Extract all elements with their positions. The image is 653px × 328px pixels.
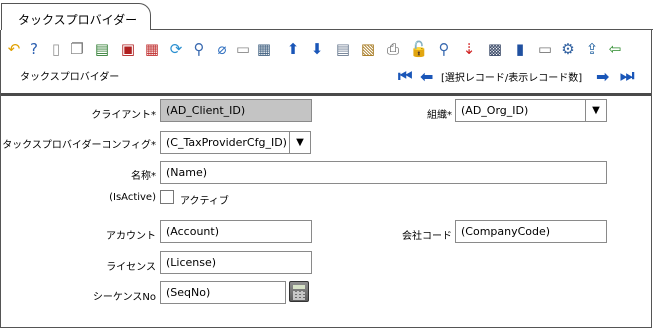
save-new-icon[interactable]: ▦ — [142, 39, 162, 59]
chat-icon[interactable]: ▭ — [233, 39, 253, 59]
undo-icon[interactable]: ↶ — [4, 39, 24, 59]
license-label: ライセンス — [106, 262, 156, 273]
provider-config-label: タックスプロバイダーコンフィグ* — [2, 140, 156, 151]
grid-toggle-icon[interactable]: ▦ — [254, 39, 274, 59]
tab-label: タックスプロバイダー — [18, 13, 138, 27]
print-icon[interactable]: ⎙ — [383, 39, 403, 59]
name-label: 名称* — [131, 171, 156, 182]
save-icon[interactable]: ▣ — [118, 39, 138, 59]
org-field[interactable]: (AD_Org_ID) — [455, 99, 586, 122]
company-code-field[interactable]: (CompanyCode) — [455, 220, 607, 243]
window-label: タックスプロバイダー — [20, 72, 120, 83]
tab-tax-provider[interactable]: タックスプロバイダー — [1, 3, 151, 30]
last-record-icon[interactable]: ⏭ — [620, 66, 634, 85]
name-field[interactable]: (Name) — [160, 161, 607, 184]
history-icon[interactable]: ▤ — [333, 39, 353, 59]
export-icon[interactable]: ⇪ — [582, 39, 602, 59]
is-active-checkbox-label: アクティブ — [180, 196, 229, 207]
provider-config-dropdown-icon[interactable]: ▼ — [289, 131, 311, 154]
client-field: (AD_Client_ID) — [160, 99, 312, 122]
zoom-across-icon[interactable]: ⚲ — [434, 39, 454, 59]
provider-config-field[interactable]: (C_TaxProviderCfg_ID) — [160, 131, 290, 154]
account-label: アカウント — [106, 231, 156, 242]
org-label: 組織* — [427, 110, 452, 121]
new-record-icon[interactable]: ▯ — [46, 39, 66, 59]
header-separator — [1, 93, 651, 96]
lock-icon[interactable]: 🔓 — [409, 39, 429, 59]
attachment-icon[interactable]: ⌀ — [212, 39, 232, 59]
next-record-icon[interactable]: ➡ — [596, 67, 609, 86]
previous-record-icon[interactable]: ⬅ — [420, 67, 433, 86]
workflow-icon[interactable]: ⇣ — [459, 39, 479, 59]
exit-icon[interactable]: ⇦ — [605, 39, 625, 59]
record-status: [選択レコード/表示レコード数] — [441, 73, 583, 84]
detail-record-icon[interactable]: ⬇ — [307, 39, 327, 59]
calculator-screen — [293, 285, 305, 289]
record-navigation: ⏮ ⬅ [選択レコード/表示レコード数] ➡ ⏭ — [398, 66, 640, 86]
company-code-label: 会社コード — [402, 231, 452, 242]
settings-icon[interactable]: ⚙ — [558, 39, 578, 59]
calculator-keys — [293, 291, 305, 300]
org-dropdown-icon[interactable]: ▼ — [585, 99, 607, 122]
seq-no-label: シーケンスNo — [92, 292, 156, 303]
seq-no-field[interactable]: (SeqNo) — [160, 281, 286, 304]
report-icon[interactable]: ▧ — [358, 39, 378, 59]
archive-icon[interactable]: ▩ — [485, 39, 505, 59]
copy-record-icon[interactable]: ❐ — [67, 39, 87, 59]
first-record-icon[interactable]: ⏮ — [398, 66, 412, 85]
delete-record-icon[interactable]: ▤ — [92, 39, 112, 59]
account-field[interactable]: (Account) — [160, 220, 312, 243]
refresh-icon[interactable]: ⟳ — [166, 39, 186, 59]
help-icon[interactable]: ? — [24, 39, 44, 59]
parent-record-icon[interactable]: ⬆ — [283, 39, 303, 59]
product-info-icon[interactable]: ▮ — [510, 39, 530, 59]
find-icon[interactable]: ⚲ — [189, 39, 209, 59]
is-active-checkbox[interactable] — [160, 190, 174, 204]
calculator-icon[interactable] — [289, 281, 309, 302]
form-view-icon[interactable]: ▭ — [535, 39, 555, 59]
license-field[interactable]: (License) — [160, 251, 312, 274]
is-active-label: (IsActive) — [109, 192, 156, 203]
client-label: クライアント* — [91, 110, 156, 121]
